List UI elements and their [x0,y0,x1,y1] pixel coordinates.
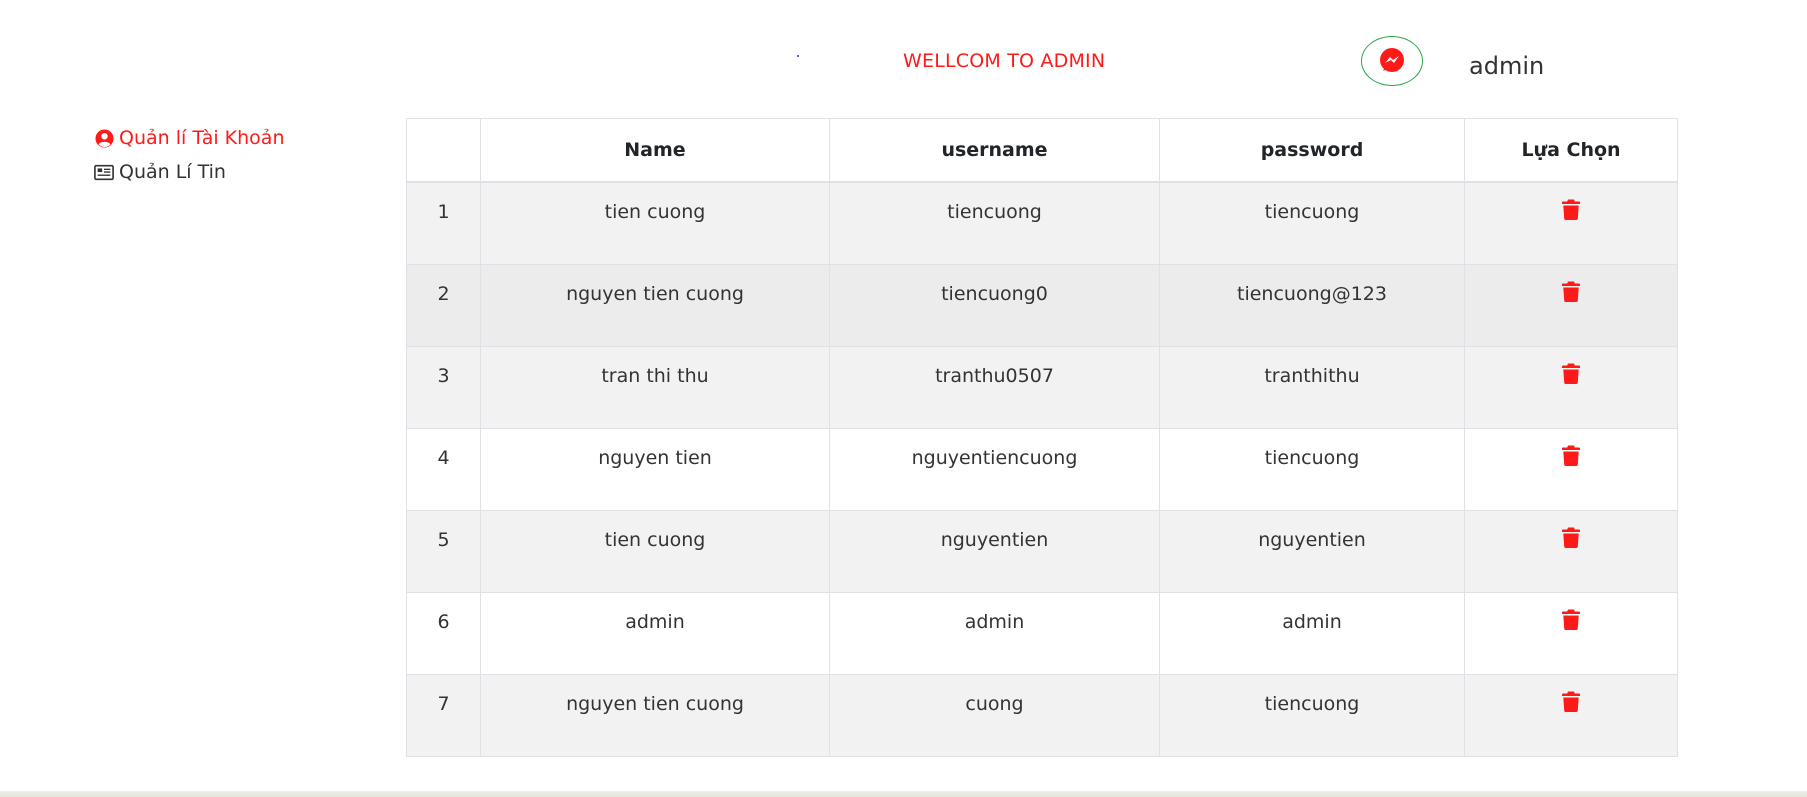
table-row: 5 tien cuong nguyentien nguyentien [406,510,1678,593]
delete-button[interactable] [1562,281,1580,307]
row-index: 5 [437,529,450,551]
messenger-button[interactable] [1361,36,1423,86]
user-circle-icon [94,128,114,148]
column-header-username: username [829,118,1160,183]
row-index: 2 [437,283,450,305]
row-index: 1 [437,201,450,223]
row-name: nguyen tien cuong [566,693,744,715]
row-name: tran thi thu [601,365,709,387]
column-header-index [406,118,481,183]
top-bar: WELLCOM TO ADMIN admin [0,0,1807,110]
row-index: 3 [437,365,450,387]
sidebar-item-news-management[interactable]: Quản Lí Tin [94,155,354,189]
trash-icon [1562,363,1580,384]
row-username: nguyentiencuong [911,447,1078,469]
messenger-icon [1380,48,1404,72]
row-username: admin [964,611,1025,633]
row-index: 6 [437,611,450,633]
sidebar: Quản lí Tài Khoản Quản Lí Tin [94,121,354,189]
row-name: admin [625,611,685,633]
sidebar-item-label: Quản lí Tài Khoản [119,127,285,149]
current-user-name[interactable]: admin [1469,52,1544,80]
delete-button[interactable] [1562,691,1580,717]
row-username: tiencuong0 [941,283,1048,305]
decorative-dot [797,55,799,57]
row-index: 4 [437,447,450,469]
table-row: 7 nguyen tien cuong cuong tiencuong [406,674,1678,757]
row-username: tiencuong [947,201,1042,223]
column-header-actions: Lựa Chọn [1464,118,1678,183]
trash-icon [1562,281,1580,302]
row-password: tiencuong [1264,201,1360,223]
delete-button[interactable] [1562,445,1580,471]
trash-icon [1562,199,1580,220]
row-password: nguyentien [1258,529,1366,551]
trash-icon [1562,691,1580,712]
table-row: 3 tran thi thu tranthu0507 tranthithu [406,346,1678,429]
table-row: 4 nguyen tien nguyentiencuong tiencuong [406,428,1678,511]
trash-icon [1562,527,1580,548]
delete-button[interactable] [1562,609,1580,635]
column-header-password: password [1159,118,1465,183]
column-header-name: Name [480,118,830,183]
bottom-edge [0,791,1807,797]
row-name: nguyen tien cuong [566,283,744,305]
row-password: tiencuong@123 [1237,283,1387,305]
trash-icon [1562,609,1580,630]
row-password: admin [1282,611,1342,633]
welcome-title: WELLCOM TO ADMIN [903,50,1106,72]
accounts-table: Name username password Lựa Chọn 1 tien c… [406,118,1678,757]
accounts-table-container: Name username password Lựa Chọn 1 tien c… [406,118,1678,757]
row-name: nguyen tien [598,447,712,469]
newspaper-icon [94,162,114,182]
table-row: 6 admin admin admin [406,592,1678,675]
delete-button[interactable] [1562,199,1580,225]
sidebar-item-account-management[interactable]: Quản lí Tài Khoản [94,121,354,155]
delete-button[interactable] [1562,527,1580,553]
trash-icon [1562,445,1580,466]
sidebar-item-label: Quản Lí Tin [119,161,226,183]
row-index: 7 [437,693,450,715]
table-header-row: Name username password Lựa Chọn [406,118,1678,183]
row-password: tiencuong [1264,693,1360,715]
row-name: tien cuong [604,201,706,223]
row-username: tranthu0507 [935,365,1054,387]
row-password: tiencuong [1264,447,1360,469]
row-name: tien cuong [604,529,706,551]
delete-button[interactable] [1562,363,1580,389]
row-username: nguyentien [940,529,1049,551]
row-username: cuong [965,693,1024,715]
table-row: 1 tien cuong tiencuong tiencuong [406,181,1678,265]
row-password: tranthithu [1264,365,1360,387]
table-row: 2 nguyen tien cuong tiencuong0 tiencuong… [406,264,1678,347]
